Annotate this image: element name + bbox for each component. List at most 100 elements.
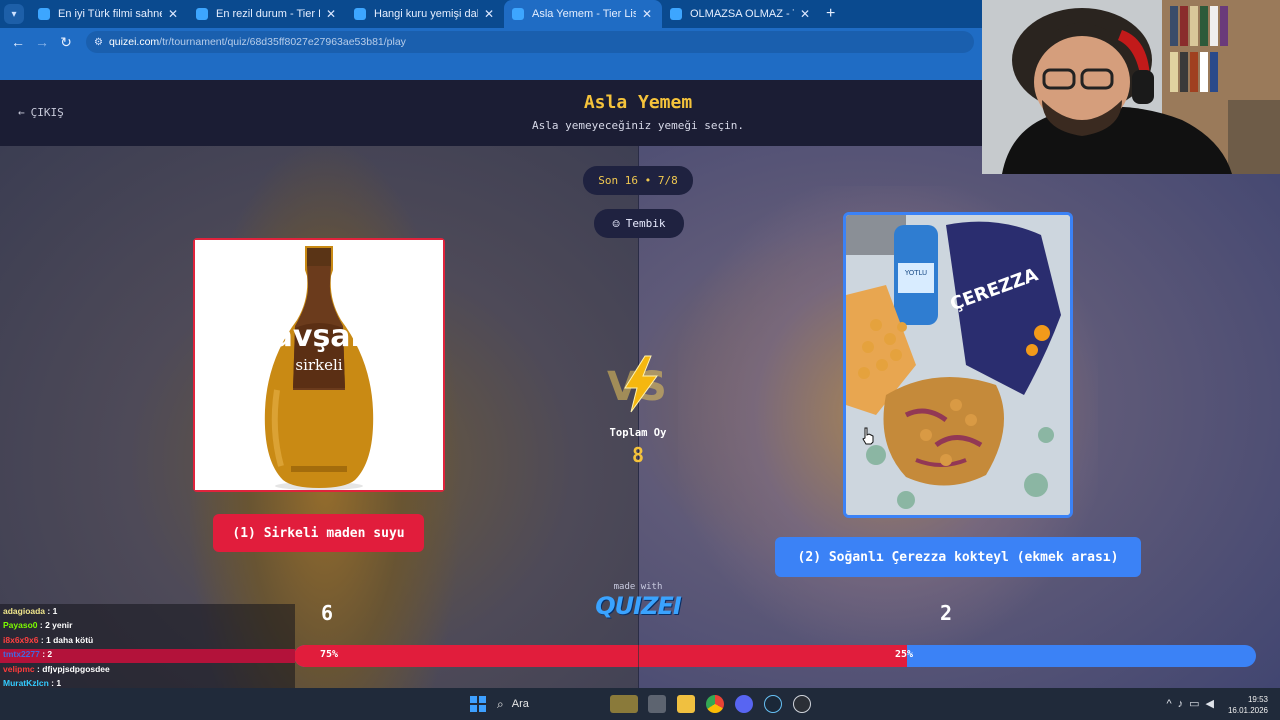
bottle-product-text: sirkeli (295, 356, 342, 374)
task-view-icon[interactable] (648, 695, 666, 713)
browser-toolbar: ← → ↻ ⚙ quizei.com/tr/tournament/quiz/68… (0, 28, 982, 56)
system-tray[interactable]: ^♪▭◀ (1166, 697, 1220, 710)
chat-message: adagioada : 1 (3, 606, 57, 619)
total-votes-label: Toplam Oy (609, 427, 667, 439)
chat-text: dfjvpjsdpgosdee (42, 663, 110, 674)
quiz-header: ← ÇIKIŞ Asla Yemem Asla yemeyeceğiniz ye… (0, 80, 982, 146)
browser-tab[interactable]: En rezil durum - Tier List | Kör S ✕ (188, 0, 346, 28)
steam-icon[interactable] (764, 695, 782, 713)
start-windows-icon[interactable] (469, 695, 487, 713)
streamer-webcam-image (982, 0, 1280, 174)
user-name: Tembik (625, 217, 666, 230)
bar-center-mark (638, 645, 639, 667)
made-with-label: made with (613, 582, 663, 592)
webcam-feed (982, 0, 1280, 174)
option-right-card[interactable]: YOTLU ÇEREZZA (843, 212, 1073, 518)
tab-favicon-icon (354, 8, 366, 20)
chat-separator: : (45, 606, 53, 616)
chrome-icon[interactable] (706, 695, 724, 713)
tab-title: Hangi kuru yemişi daha önce y (374, 8, 478, 20)
close-tab-icon[interactable]: ✕ (324, 7, 338, 21)
can-label-text: YOTLU (904, 269, 927, 277)
network-icon[interactable]: ▭ (1189, 698, 1205, 710)
new-tab-button[interactable]: + (826, 5, 835, 23)
option-left-card[interactable]: avşar sirkeli (193, 238, 445, 492)
taskbar-search-label: Ara (511, 698, 529, 710)
obs-icon[interactable] (793, 695, 811, 713)
chat-username: velipmc (3, 663, 35, 674)
volume-icon[interactable]: ◀ (1206, 698, 1220, 710)
total-votes-value: 8 (631, 443, 645, 467)
browser-tab[interactable]: OLMAZSA OLMAZ - Tier List | K ✕ (662, 0, 820, 28)
bookmark-bar (0, 56, 982, 80)
quizei-logo[interactable]: QUIZEI (592, 592, 684, 620)
left-vote-fill (294, 645, 907, 667)
tab-title: En iyi Türk filmi sahneleri - Tier (58, 8, 162, 20)
chat-username: adagioada (3, 606, 46, 616)
chat-username: MuratKzlcn (3, 678, 49, 688)
chat-message: Payaso0 : 2 yenir (3, 620, 72, 633)
tab-favicon-icon (38, 8, 50, 20)
chat-message: i8x6x9x6 : 1 daha kötü (3, 635, 93, 648)
chat-message: tmtx2277 : 2 (3, 649, 52, 662)
right-votes: 2 (940, 601, 953, 625)
reload-icon[interactable]: ↻ (56, 34, 76, 51)
chat-text: 1 daha kötü (46, 634, 94, 645)
option-left-label[interactable]: (1) Sirkeli maden suyu (213, 514, 424, 552)
chat-message: velipmc : dfjvpjsdpgosdee (3, 664, 110, 677)
url-path: /tr/tournament/quiz/68d35ff8027e27963ae5… (159, 36, 406, 48)
tab-favicon-icon (512, 8, 524, 20)
clock-date: 16.01.2026 (1227, 706, 1268, 715)
search-highlight-icon[interactable] (610, 695, 638, 713)
hand-cursor-icon (862, 427, 874, 445)
windows-taskbar: ⌕ Ara ^♪▭◀ 19:53 16.01.2026 (0, 688, 1280, 720)
option-right-label[interactable]: (2) Soğanlı Çerezza kokteyl (ekmek arası… (775, 537, 1141, 577)
left-percent: 75% (320, 649, 339, 660)
chat-username: tmtx2277 (3, 649, 40, 660)
tab-title: En rezil durum - Tier List | Kör S (216, 8, 320, 20)
url-host: quizei.com (108, 36, 160, 48)
discord-icon[interactable] (735, 695, 753, 713)
bottle-logo-text: avşar (273, 319, 366, 354)
tab-title: OLMAZSA OLMAZ - Tier List | K (690, 8, 794, 20)
site-info-icon[interactable]: ⚙ (94, 37, 103, 48)
chat-separator: : (37, 620, 46, 631)
tab-search-menu-icon[interactable]: ▾ (4, 4, 24, 24)
browser-tab[interactable]: Hangi kuru yemişi daha önce y ✕ (346, 0, 504, 28)
forward-icon[interactable]: → (32, 34, 52, 50)
chat-text: 2 (47, 649, 53, 660)
address-bar[interactable]: ⚙ quizei.com/tr/tournament/quiz/68d35ff8… (86, 31, 974, 53)
browser-tabstrip: ▾ En iyi Türk filmi sahneleri - Tier✕En … (0, 0, 982, 28)
back-icon[interactable]: ← (8, 34, 28, 50)
close-tab-icon[interactable]: ✕ (640, 7, 654, 21)
user-avatar-icon: ☺ (612, 216, 620, 231)
vinegar-soda-bottle-image: avşar sirkeli (195, 240, 443, 490)
tab-title: Asla Yemem - Tier List, Kör Sıral (532, 8, 636, 20)
browser-tab[interactable]: En iyi Türk filmi sahneleri - Tier ✕ (30, 0, 188, 28)
onion-snack-sandwich-image: YOTLU ÇEREZZA (846, 215, 1070, 515)
chevron-up-icon[interactable]: ^ (1166, 698, 1177, 710)
left-votes: 6 (321, 601, 334, 625)
user-badge: ☺ Tembik (594, 209, 684, 238)
search-icon: ⌕ (497, 696, 504, 711)
right-percent: 25% (895, 649, 914, 660)
vote-progress-bar: 75% 25% (294, 645, 1256, 667)
tab-favicon-icon (196, 8, 208, 20)
chat-username: i8x6x9x6 (3, 634, 39, 645)
round-indicator: Son 16 • 7/8 (583, 166, 693, 195)
mic-icon[interactable]: ♪ (1178, 698, 1190, 710)
close-tab-icon[interactable]: ✕ (482, 7, 496, 21)
chat-text: 1 (56, 678, 62, 688)
vs-lightning-icon: VS (607, 355, 667, 413)
chat-text: 2 yenir (45, 620, 73, 631)
tab-favicon-icon (670, 8, 682, 20)
file-explorer-icon[interactable] (677, 695, 695, 713)
browser-tab[interactable]: Asla Yemem - Tier List, Kör Sıral ✕ (504, 0, 662, 28)
taskbar-clock[interactable]: 19:53 16.01.2026 (1228, 694, 1268, 716)
chat-separator: : (38, 634, 47, 645)
close-tab-icon[interactable]: ✕ (798, 7, 812, 21)
chat-text: 1 (52, 606, 58, 616)
close-tab-icon[interactable]: ✕ (166, 7, 180, 21)
screen: ▾ En iyi Türk filmi sahneleri - Tier✕En … (0, 0, 1280, 720)
clock-time: 19:53 (1247, 695, 1268, 704)
